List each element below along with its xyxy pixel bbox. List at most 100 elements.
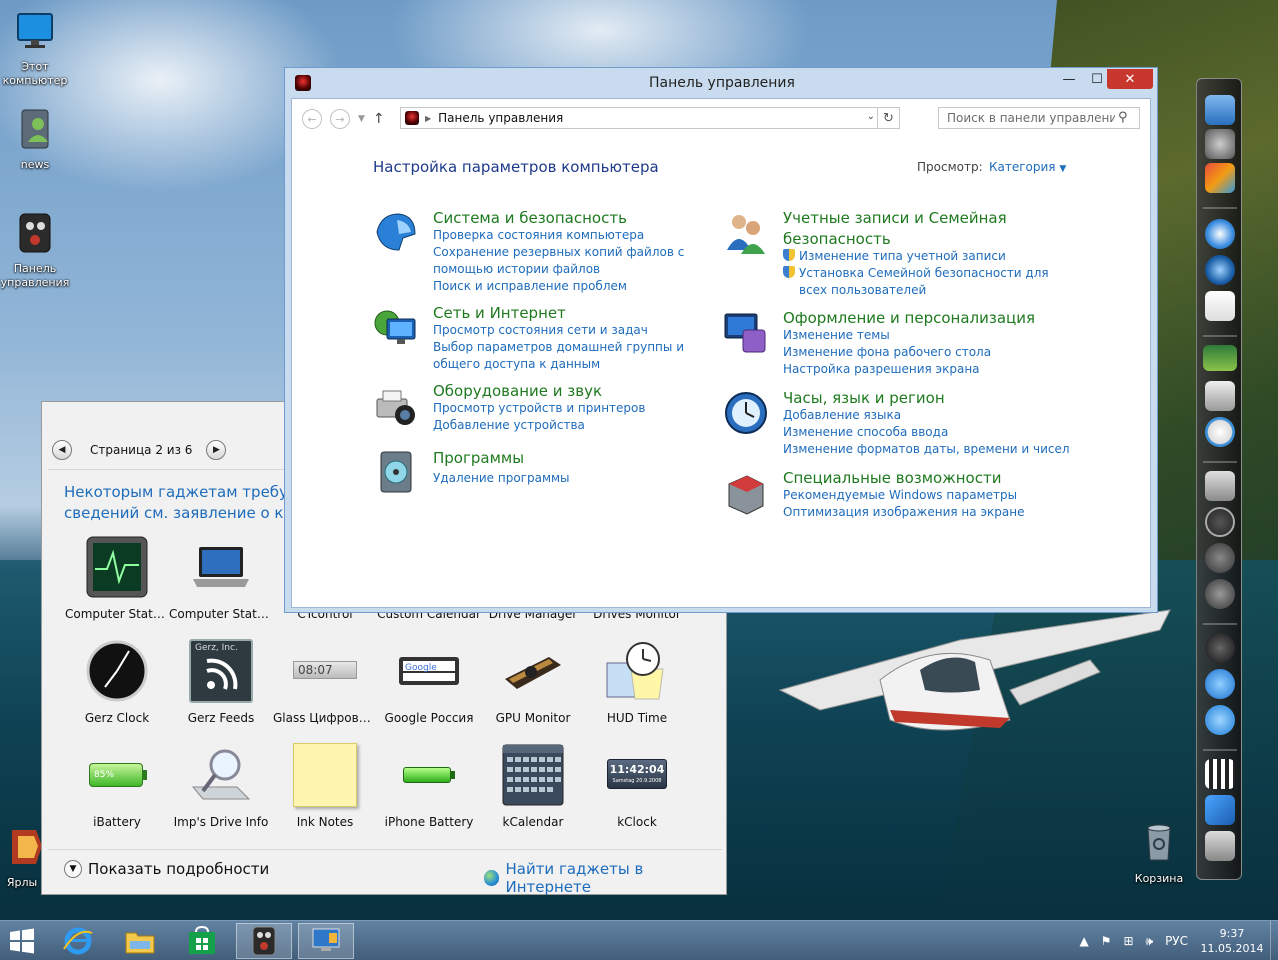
category-title[interactable]: Часы, язык и регион (783, 388, 1073, 409)
show-hidden-icons-button[interactable]: ▲ (1079, 934, 1088, 948)
taskbar-desktop-gadgets[interactable] (298, 923, 354, 959)
gadget-iphone-battery[interactable]: iPhone Battery (377, 743, 481, 829)
category-title[interactable]: Учетные записи и Семейная безопасность (783, 208, 1073, 250)
refresh-button[interactable]: ↻ (877, 108, 899, 128)
volume-icon[interactable]: 🕪 (1146, 934, 1154, 949)
category-link[interactable]: Изменение фона рабочего стола (783, 344, 1073, 361)
gadget-ibattery[interactable]: 85% iBattery (65, 743, 169, 829)
category-link[interactable]: Сохранение резервных копий файлов с помо… (433, 244, 723, 278)
gadget-glass-digital[interactable]: 08:07 Glass Цифровы... (273, 639, 377, 725)
drive-icon[interactable] (1205, 381, 1235, 411)
notes-icon[interactable] (1205, 291, 1235, 321)
category-link[interactable]: Изменение типа учетной записи (783, 248, 1073, 265)
desktop-icon-news[interactable]: news (0, 108, 70, 172)
power-icon[interactable] (1205, 507, 1235, 537)
gadget-gpu-monitor[interactable]: GPU Monitor (481, 639, 585, 725)
cloud-icon[interactable] (1205, 471, 1235, 501)
safari-icon[interactable] (1205, 219, 1235, 249)
category-link[interactable]: Поиск и исправление проблем (433, 278, 723, 295)
view-by-dropdown[interactable]: Категория ▼ (989, 160, 1066, 174)
app-launcher-icon[interactable] (1205, 163, 1235, 193)
photo-icon[interactable] (1203, 345, 1237, 371)
find-gadgets-online-link[interactable]: Найти гаджеты в Интернете (484, 860, 726, 896)
battery-percent: 85% (94, 770, 115, 780)
gadget-kclock[interactable]: 11:42:04 Samstag 20.9.2008 kClock (585, 743, 689, 829)
category-title[interactable]: Система и безопасность (433, 208, 723, 229)
twitter-icon[interactable] (1205, 543, 1235, 573)
category-link[interactable]: Настройка разрешения экрана (783, 361, 1073, 378)
gadget-google-russia[interactable]: Google Google Россия (377, 639, 481, 725)
rocket-icon[interactable] (1205, 579, 1235, 609)
forward-button[interactable]: → (330, 109, 350, 129)
trash-icon[interactable] (1205, 831, 1235, 861)
gadget-computer-status-2[interactable]: Computer Statu... (169, 535, 273, 621)
input-language[interactable]: РУС (1165, 934, 1188, 948)
chevron-down-icon[interactable]: ⌄ (867, 111, 875, 122)
back-button[interactable]: ← (302, 109, 322, 129)
gadget-gerz-feeds[interactable]: Gerz, Inc. Gerz Feeds (169, 639, 273, 725)
close-button[interactable]: ✕ (1107, 69, 1153, 89)
category-title[interactable]: Сеть и Интернет (433, 303, 723, 324)
quicktime-icon[interactable] (1205, 255, 1235, 285)
itunes-icon[interactable] (1205, 669, 1235, 699)
windows-tiles-icon[interactable] (1205, 795, 1235, 825)
show-details-toggle[interactable]: ▼ Показать подробности (64, 860, 269, 878)
clock[interactable]: 9:37 11.05.2014 (1200, 926, 1264, 956)
users-icon (727, 215, 765, 254)
desktop-icon-this-pc[interactable]: Этот компьютер (0, 10, 70, 88)
search-input[interactable] (938, 107, 1140, 129)
finder-icon[interactable] (1205, 95, 1235, 125)
category-link[interactable]: Добавление языка (783, 407, 1073, 424)
gadget-gerz-clock[interactable]: Gerz Clock (65, 639, 169, 725)
taskbar-store[interactable] (174, 923, 230, 959)
category-link[interactable]: Проверка состояния компьютера (433, 227, 723, 244)
category-link[interactable]: Рекомендуемые Windows параметры (783, 487, 1073, 504)
category-link[interactable]: Изменение способа ввода (783, 424, 1073, 441)
gadget-hud-time[interactable]: HUD Time (585, 639, 689, 725)
system-preferences-icon[interactable] (1205, 129, 1235, 159)
gadget-computer-status-1[interactable]: Computer Statu... (65, 535, 169, 621)
desktop-icon-recycle-bin[interactable]: Корзина (1124, 822, 1194, 886)
category-link[interactable]: Удаление программы (433, 470, 723, 487)
x-launcher-icon[interactable] (1205, 417, 1235, 447)
category-link[interactable]: Просмотр устройств и принтеров (433, 400, 723, 417)
up-button[interactable]: ↑ (373, 111, 385, 127)
address-bar[interactable]: ▶ Панель управления ⌄ ↻ (400, 107, 900, 129)
category-link[interactable]: Добавление устройства (433, 417, 723, 434)
gadget-ink-notes[interactable]: Ink Notes (273, 743, 377, 829)
network-icon[interactable]: ⊞ (1123, 934, 1133, 948)
gadget-imps-drive-info[interactable]: Imp's Drive Info (169, 743, 273, 829)
taskbar-control-panel[interactable] (236, 923, 292, 959)
window-titlebar[interactable]: Панель управления — ☐ ✕ (285, 68, 1157, 98)
category-link[interactable]: Изменение темы (783, 327, 1073, 344)
desktop-icon-control-panel[interactable]: Панель управления (0, 212, 70, 290)
desktop-icon-shortcut[interactable]: Ярлы (0, 826, 44, 890)
category-title[interactable]: Программы (433, 448, 723, 469)
app-store-icon[interactable] (1205, 705, 1235, 735)
show-desktop-button[interactable] (1270, 921, 1278, 960)
privacy-notice[interactable]: Некоторым гаджетам требуется сведений см… (64, 482, 304, 524)
recent-locations-button[interactable]: ▼ (358, 114, 365, 124)
category-title[interactable]: Оборудование и звук (433, 381, 723, 402)
previous-page-button[interactable]: ◀ (52, 440, 72, 460)
category-link[interactable]: Просмотр состояния сети и задач (433, 322, 723, 339)
search-icon[interactable]: ⚲ (1118, 110, 1128, 125)
system-tray: ▲ ⚑ ⊞ 🕪 РУС 9:37 11.05.2014 (1073, 921, 1278, 960)
minimize-button[interactable]: — (1055, 69, 1083, 89)
start-button[interactable] (0, 923, 44, 959)
category-link[interactable]: Изменение форматов даты, времени и чисел (783, 441, 1073, 458)
breadcrumb[interactable]: Панель управления (438, 111, 563, 125)
taskbar-file-explorer[interactable] (112, 923, 168, 959)
next-page-button[interactable]: ▶ (206, 440, 227, 460)
taskbar-internet-explorer[interactable] (50, 923, 106, 959)
gadget-kcalendar[interactable]: kCalendar (481, 743, 585, 829)
action-center-flag-icon[interactable]: ⚑ (1101, 934, 1112, 948)
qr-code-icon[interactable] (1205, 759, 1235, 789)
category-title[interactable]: Оформление и персонализация (783, 308, 1073, 329)
category-link[interactable]: Установка Семейной безопасности для всех… (783, 265, 1073, 299)
dashboard-icon[interactable] (1205, 633, 1235, 663)
breadcrumb-separator-icon[interactable]: ▶ (425, 114, 431, 123)
category-title[interactable]: Специальные возможности (783, 468, 1073, 489)
category-link[interactable]: Оптимизация изображения на экране (783, 504, 1073, 521)
category-link[interactable]: Выбор параметров домашней группы и общег… (433, 339, 723, 373)
